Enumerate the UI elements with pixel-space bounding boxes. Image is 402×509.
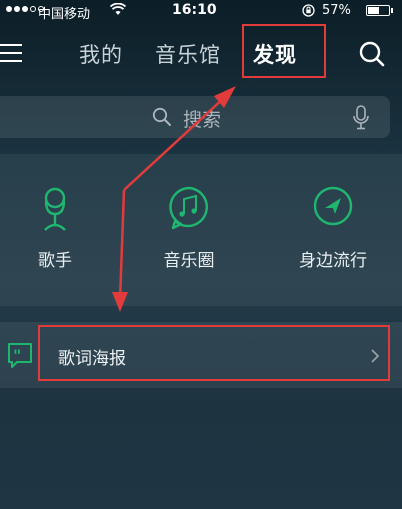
tab-mine[interactable]: 我的: [79, 39, 123, 69]
status-time: 16:10: [172, 2, 217, 18]
svg-text:": ": [13, 346, 21, 365]
microphone-icon[interactable]: [352, 105, 370, 130]
music-circle-icon: [169, 186, 208, 230]
singer-icon: [44, 187, 66, 231]
tab-music-hall[interactable]: 音乐馆: [155, 39, 221, 69]
nearby-trending-icon: [313, 186, 353, 226]
feature-music-circle-label: 音乐圈: [163, 251, 215, 271]
search-icon[interactable]: [358, 40, 386, 68]
search-placeholder: 搜索: [183, 109, 222, 131]
feature-nearby-trending-label: 身边流行: [299, 251, 367, 271]
feature-singer-label: 歌手: [38, 251, 72, 271]
carrier-name: 中国移动: [38, 7, 91, 22]
search-bar[interactable]: 搜索: [0, 96, 390, 138]
search-magnifier-icon: [152, 107, 171, 126]
feature-nearby-trending[interactable]: 身边流行: [278, 154, 388, 306]
list-item-lyric-poster[interactable]: " 歌词海报: [0, 322, 402, 388]
menu-icon[interactable]: [0, 44, 24, 64]
battery-icon: [366, 5, 393, 16]
status-bar: 中国移动 16:10 57%: [0, 0, 402, 22]
top-navigation: 我的 音乐馆 发现: [0, 22, 402, 86]
quote-icon: ": [8, 343, 32, 368]
wifi-icon: [110, 3, 126, 15]
feature-music-circle[interactable]: 音乐圈: [134, 154, 244, 306]
discover-features: 歌手 音乐圈 身边流行: [0, 154, 402, 306]
lyric-poster-highlight: [38, 325, 390, 381]
rotation-lock-icon: [302, 4, 315, 17]
battery-percent: 57%: [322, 3, 351, 18]
feature-singer[interactable]: 歌手: [0, 154, 110, 306]
discover-tab-highlight: [242, 24, 326, 78]
